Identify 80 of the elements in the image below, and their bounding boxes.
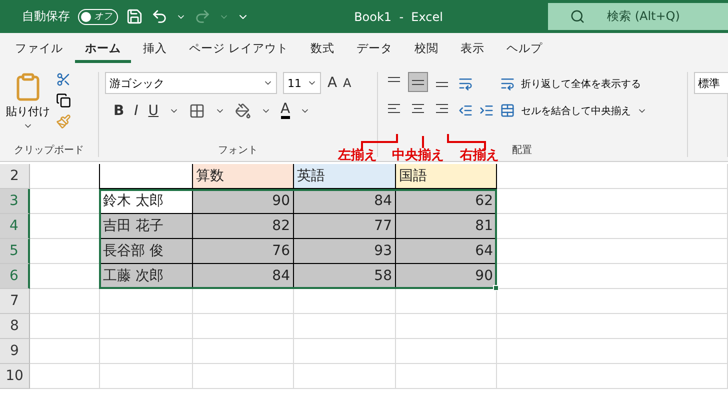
merge-icon (500, 103, 515, 118)
annotation-label: 右揃え (460, 147, 499, 164)
ribbon-tab[interactable]: ヘルプ (496, 36, 553, 62)
table-cell: 93 (293, 239, 396, 264)
font-size-field[interactable]: 11 (283, 72, 322, 94)
ribbon-tab[interactable]: ページ レイアウト (179, 36, 299, 62)
vertical-align-button[interactable] (408, 72, 428, 92)
align-icon (436, 82, 448, 87)
table-cell: 90 (395, 264, 497, 289)
annotation-label: 中央揃え (392, 147, 444, 164)
align-icon (412, 104, 424, 112)
table-cell: 77 (293, 214, 396, 239)
font-style-button[interactable]: B (113, 102, 124, 118)
table-cell: 58 (293, 264, 396, 289)
row-header[interactable]: 2 (0, 164, 30, 189)
autosave-toggle[interactable]: オフ (78, 8, 118, 24)
search-field[interactable]: 検索 (Alt+Q) (548, 3, 728, 30)
row-header[interactable]: 8 (0, 314, 30, 339)
group-label: フォント (218, 144, 258, 157)
font-color-button[interactable]: A (280, 102, 290, 119)
grid-cell (30, 314, 100, 339)
font-name-field[interactable]: 游ゴシック (105, 72, 278, 94)
number-format-field[interactable]: 標準 (694, 72, 728, 94)
align-icon (388, 104, 400, 112)
border-icon[interactable] (188, 102, 205, 118)
align-icon (412, 80, 424, 84)
indent-increase-icon[interactable] (478, 103, 494, 118)
ribbon-tab[interactable]: 校閲 (404, 36, 449, 62)
row-header[interactable]: 6 (0, 264, 30, 289)
save-icon[interactable] (126, 8, 143, 25)
row-header[interactable]: 7 (0, 289, 30, 314)
table-cell: 64 (395, 239, 497, 264)
font-style-button[interactable]: U (148, 102, 159, 118)
row-header[interactable]: 5 (0, 239, 30, 264)
fill-color-icon[interactable] (234, 102, 251, 118)
wrap-text-icon (500, 76, 515, 91)
ribbon-tab[interactable]: 挿入 (133, 36, 177, 62)
header-cell: 算数 (192, 164, 294, 189)
fill-handle[interactable] (493, 285, 499, 291)
table-cell: 62 (395, 189, 497, 214)
row-header[interactable]: 10 (0, 364, 30, 389)
font-style-button[interactable]: I (134, 102, 138, 118)
row-header[interactable]: 9 (0, 339, 30, 364)
align-icon (436, 104, 448, 112)
table-cell: 81 (395, 214, 497, 239)
grid-cell (30, 289, 100, 314)
table-cell: 84 (293, 189, 396, 214)
table-cell: 76 (192, 239, 294, 264)
table-cell: 84 (192, 264, 294, 289)
autosave-label: 自動保存 (22, 8, 70, 25)
indent-decrease-icon[interactable] (458, 103, 473, 118)
row-header[interactable]: 4 (0, 214, 30, 239)
merge-center-button[interactable]: セルを結合して中央揃え (500, 103, 647, 118)
cut-icon[interactable] (56, 72, 71, 87)
ribbon-tab[interactable]: データ (346, 36, 403, 62)
header-cell: 英語 (293, 164, 396, 189)
header-cell: 国語 (395, 164, 497, 189)
copy-icon[interactable] (56, 93, 71, 108)
grow-font-button[interactable]: A (327, 75, 338, 91)
ribbon-tab[interactable]: ホーム (75, 36, 131, 62)
search-icon (570, 9, 585, 24)
annotation-label: 左揃え (338, 147, 377, 164)
table-cell: 長谷部 俊 (99, 239, 193, 264)
row-header[interactable]: 3 (0, 189, 30, 214)
group-label: 配置 (512, 144, 532, 157)
grid-cell (30, 339, 100, 364)
wrap-text-button[interactable]: 折り返して全体を表示する (500, 76, 647, 91)
ribbon-tab[interactable]: 表示 (450, 36, 495, 62)
paste-label[interactable]: 貼り付け (6, 104, 50, 119)
table-cell: 82 (192, 214, 294, 239)
ribbon-tab[interactable]: 数式 (300, 36, 345, 62)
window-title: Book1 - Excel (353, 10, 444, 24)
align-icon (388, 77, 400, 82)
table-cell: 90 (192, 189, 294, 214)
grid-cell (30, 364, 100, 389)
ribbon-tab[interactable]: ファイル (5, 36, 73, 62)
group-label: クリップボード (14, 144, 84, 157)
undo-icon[interactable] (151, 8, 168, 25)
table-cell: 吉田 花子 (99, 214, 193, 239)
shrink-font-button[interactable]: A (343, 76, 352, 90)
